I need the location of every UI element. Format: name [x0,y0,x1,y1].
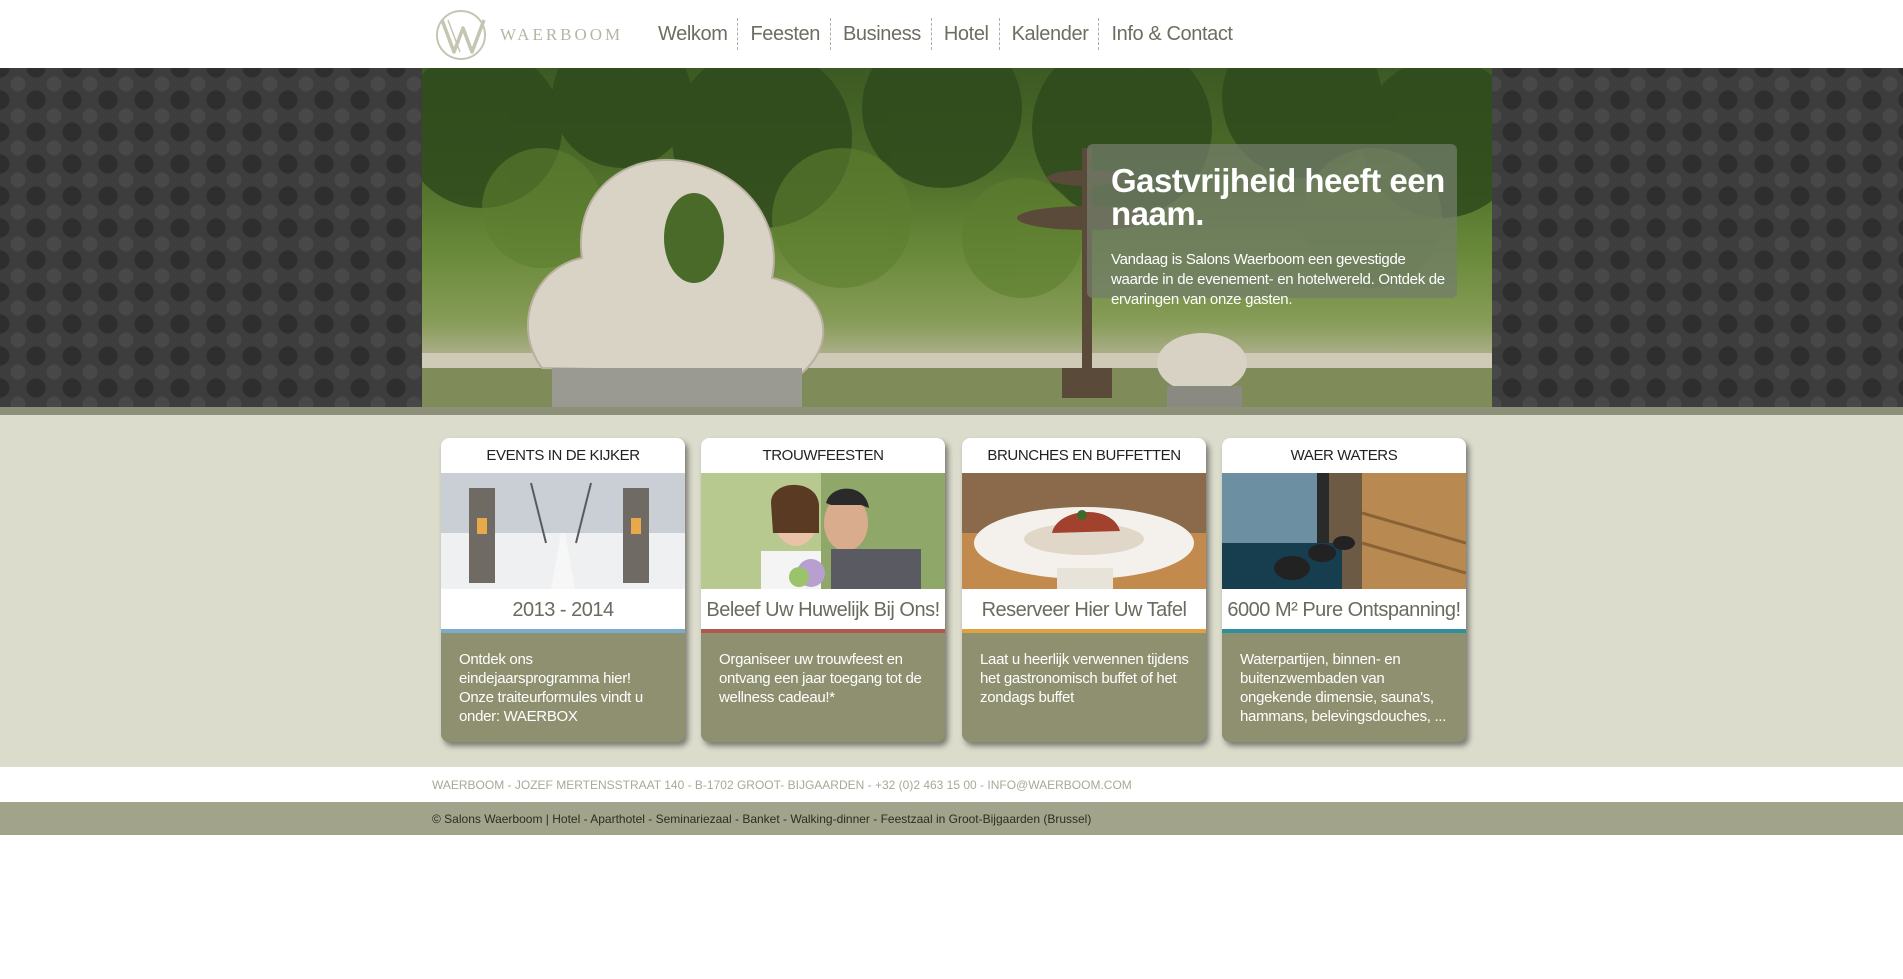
card-brunches[interactable]: BRUNCHES EN BUFFETTEN Reserveer Hier Uw … [962,438,1206,742]
card-subtitle: 2013 - 2014 [441,589,685,629]
card-body: Laat u heerlijk verwennen tijdens het ga… [980,651,1189,706]
card-heading: WAER WATERS [1222,438,1466,473]
card-body: Organiseer uw trouwfeest en ontvang een … [719,651,922,706]
card-subtitle: 6000 M² Pure Ontspanning! [1222,589,1466,629]
footer-copyright: © Salons Waerboom | Hotel - Aparthotel -… [432,812,1092,826]
card-trouwfeesten[interactable]: TROUWFEESTEN Beleef Uw Huwelijk Bij Ons!… [701,438,945,742]
nav-item-feesten[interactable]: Feesten [738,18,831,50]
nav-item-welkom[interactable]: Welkom [646,18,739,50]
card-subtitle: Reserveer Hier Uw Tafel [962,589,1206,629]
logo[interactable]: WAERBOOM [434,8,624,62]
card-accent-line [1222,629,1466,633]
nav-item-hotel[interactable]: Hotel [932,18,1000,50]
wedding-couple-image [701,473,945,589]
footer-address-bar: WAERBOOM - JOZEF MERTENSSTRAAT 140 - B-1… [0,767,1903,802]
content-area [0,415,1903,767]
hero-divider [0,407,1903,415]
footer-copyright-bar: © Salons Waerboom | Hotel - Aparthotel -… [0,802,1903,835]
header: WAERBOOM Welkom Feesten Business Hotel K… [0,0,1903,68]
card-heading: TROUWFEESTEN [701,438,945,473]
hero-title: Gastvrijheid heeft een naam. [1111,162,1445,232]
gourmet-dish-image [962,473,1206,589]
card-body: Waterpartijen, binnen- en buitenzwembade… [1240,651,1447,725]
footer-address: WAERBOOM - JOZEF MERTENSSTRAAT 140 - B-1… [432,778,1132,792]
card-waer-waters[interactable]: WAER WATERS 6000 M² Pure Ontspanning! Wa… [1222,438,1466,742]
card-heading: EVENTS IN DE KIJKER [441,438,685,473]
nav-item-kalender[interactable]: Kalender [1000,18,1100,50]
hero-caption: Gastvrijheid heeft een naam. Vandaag is … [1087,144,1457,308]
winter-avenue-image [441,473,685,589]
main-nav: Welkom Feesten Business Hotel Kalender I… [646,18,1243,50]
card-accent-line [441,629,685,633]
nav-item-business[interactable]: Business [831,18,932,50]
card-subtitle: Beleef Uw Huwelijk Bij Ons! [701,589,945,629]
hero-banner: Gastvrijheid heeft een naam. Vandaag is … [422,68,1492,407]
card-accent-line [962,629,1206,633]
card-accent-line [701,629,945,633]
card-events[interactable]: EVENTS IN DE KIJKER 2013 - 2014 Ontdek o… [441,438,685,742]
logo-text: WAERBOOM [500,25,624,44]
card-body: Ontdek ons eindejaarsprogramma hier! Onz… [459,651,643,725]
wellness-pool-image [1222,473,1466,589]
nav-item-info-contact[interactable]: Info & Contact [1099,18,1242,50]
card-heading: BRUNCHES EN BUFFETTEN [962,438,1206,473]
hero-text: Vandaag is Salons Waerboom een gevestigd… [1111,251,1445,308]
logo-emblem-icon [436,10,486,60]
